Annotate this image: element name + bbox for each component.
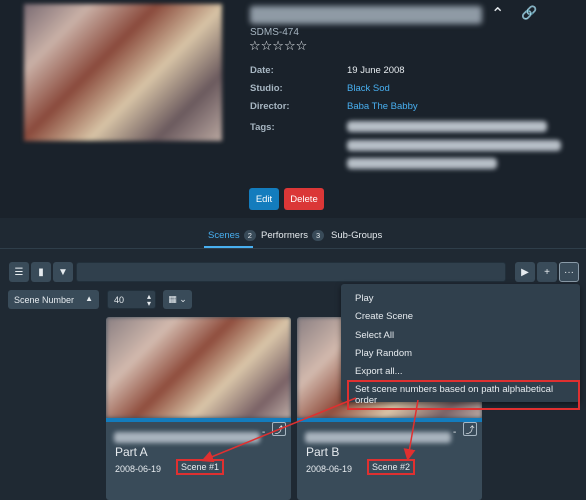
menu-item-create-scene[interactable]: Create Scene [355,311,413,322]
scene-title[interactable]: Part B [306,445,339,459]
director-link[interactable]: Baba The Babby [347,101,418,112]
menu-item-set-scene-numbers[interactable]: Set scene numbers based on path alphabet… [347,380,580,410]
menu-item-play-random[interactable]: Play Random [355,348,412,359]
director-label: Director: [250,101,290,112]
tab-bar: Scenes 2 Performers 3 Sub-Groups [0,224,586,248]
scene-card[interactable]: - ⤴ Part A 2008-06-19 Scene #1 [106,317,291,500]
tags-redacted [347,121,547,132]
tags-redacted [347,140,561,151]
tab-performers[interactable]: Performers 3 [261,230,325,241]
filter-funnel-icon[interactable]: ▼ [53,262,73,282]
dash-separator: - [262,427,266,438]
scene-title-redacted [305,432,451,443]
dash-separator: - [453,427,457,438]
scene-progress-bar [106,418,291,422]
group-cover-image[interactable] [24,4,222,141]
collapse-chevron-up-icon[interactable]: ⌃ [491,4,504,24]
display-mode-grid-icon[interactable]: ▦ ⌄ [163,290,192,309]
tab-count-badge: 3 [311,230,325,241]
link-icon[interactable]: 🔗 [521,5,537,21]
play-icon[interactable]: ▶ [515,262,535,282]
studio-label: Studio: [250,83,283,94]
expand-icon[interactable]: ⤴ [463,422,477,436]
tab-label: Performers [261,230,308,241]
tab-sub-groups[interactable]: Sub-Groups [331,230,382,241]
tab-label: Sub-Groups [331,230,383,241]
menu-item-export-all[interactable]: Export all... [355,366,403,377]
sort-by-value: Scene Number [14,294,75,305]
scene-date: 2008-06-19 [306,464,353,474]
filter-settings-icon[interactable]: ☰ [9,262,29,282]
add-icon[interactable]: + [537,262,557,282]
divider [0,248,586,249]
tab-scenes[interactable]: Scenes 2 [208,230,256,241]
tab-count-badge: 2 [243,230,256,241]
scene-thumbnail[interactable] [106,317,291,418]
bookmark-icon[interactable]: ▮ [31,262,51,282]
tags-label: Tags: [250,122,275,133]
scene-number: Scene #2 [367,459,416,475]
scene-title[interactable]: Part A [115,445,148,459]
per-page-value: 40 [114,294,125,305]
group-code: SDMS-474 [250,27,299,38]
edit-button[interactable]: Edit [249,188,279,210]
expand-icon[interactable]: ⤴ [272,422,286,436]
group-title-redacted [250,6,482,24]
chevron-updown-icon: ▴ ▾ [146,292,151,308]
date-label: Date: [250,65,274,76]
sort-direction-icon[interactable]: ▲ [85,294,93,303]
menu-item-select-all[interactable]: Select All [355,330,394,341]
scene-date: 2008-06-19 [115,464,162,474]
tags-redacted [347,158,497,169]
date-value: 19 June 2008 [347,65,405,76]
scene-title-redacted [114,432,260,443]
tab-label: Scenes [208,230,240,241]
more-options-icon[interactable]: ··· [559,262,579,282]
scene-progress-bar [297,418,482,422]
menu-item-play[interactable]: Play [355,293,373,304]
studio-link[interactable]: Black Sod [347,83,390,94]
more-options-menu: Play Create Scene Select All Play Random… [341,284,580,410]
delete-button[interactable]: Delete [284,188,324,210]
scene-number: Scene #1 [176,459,225,475]
rating-stars[interactable]: ☆☆☆☆☆ [249,38,307,54]
sort-by-select[interactable]: Scene Number ▲ [8,290,99,309]
search-input[interactable] [76,262,506,282]
per-page-select[interactable]: 40 ▴ ▾ [107,290,156,309]
